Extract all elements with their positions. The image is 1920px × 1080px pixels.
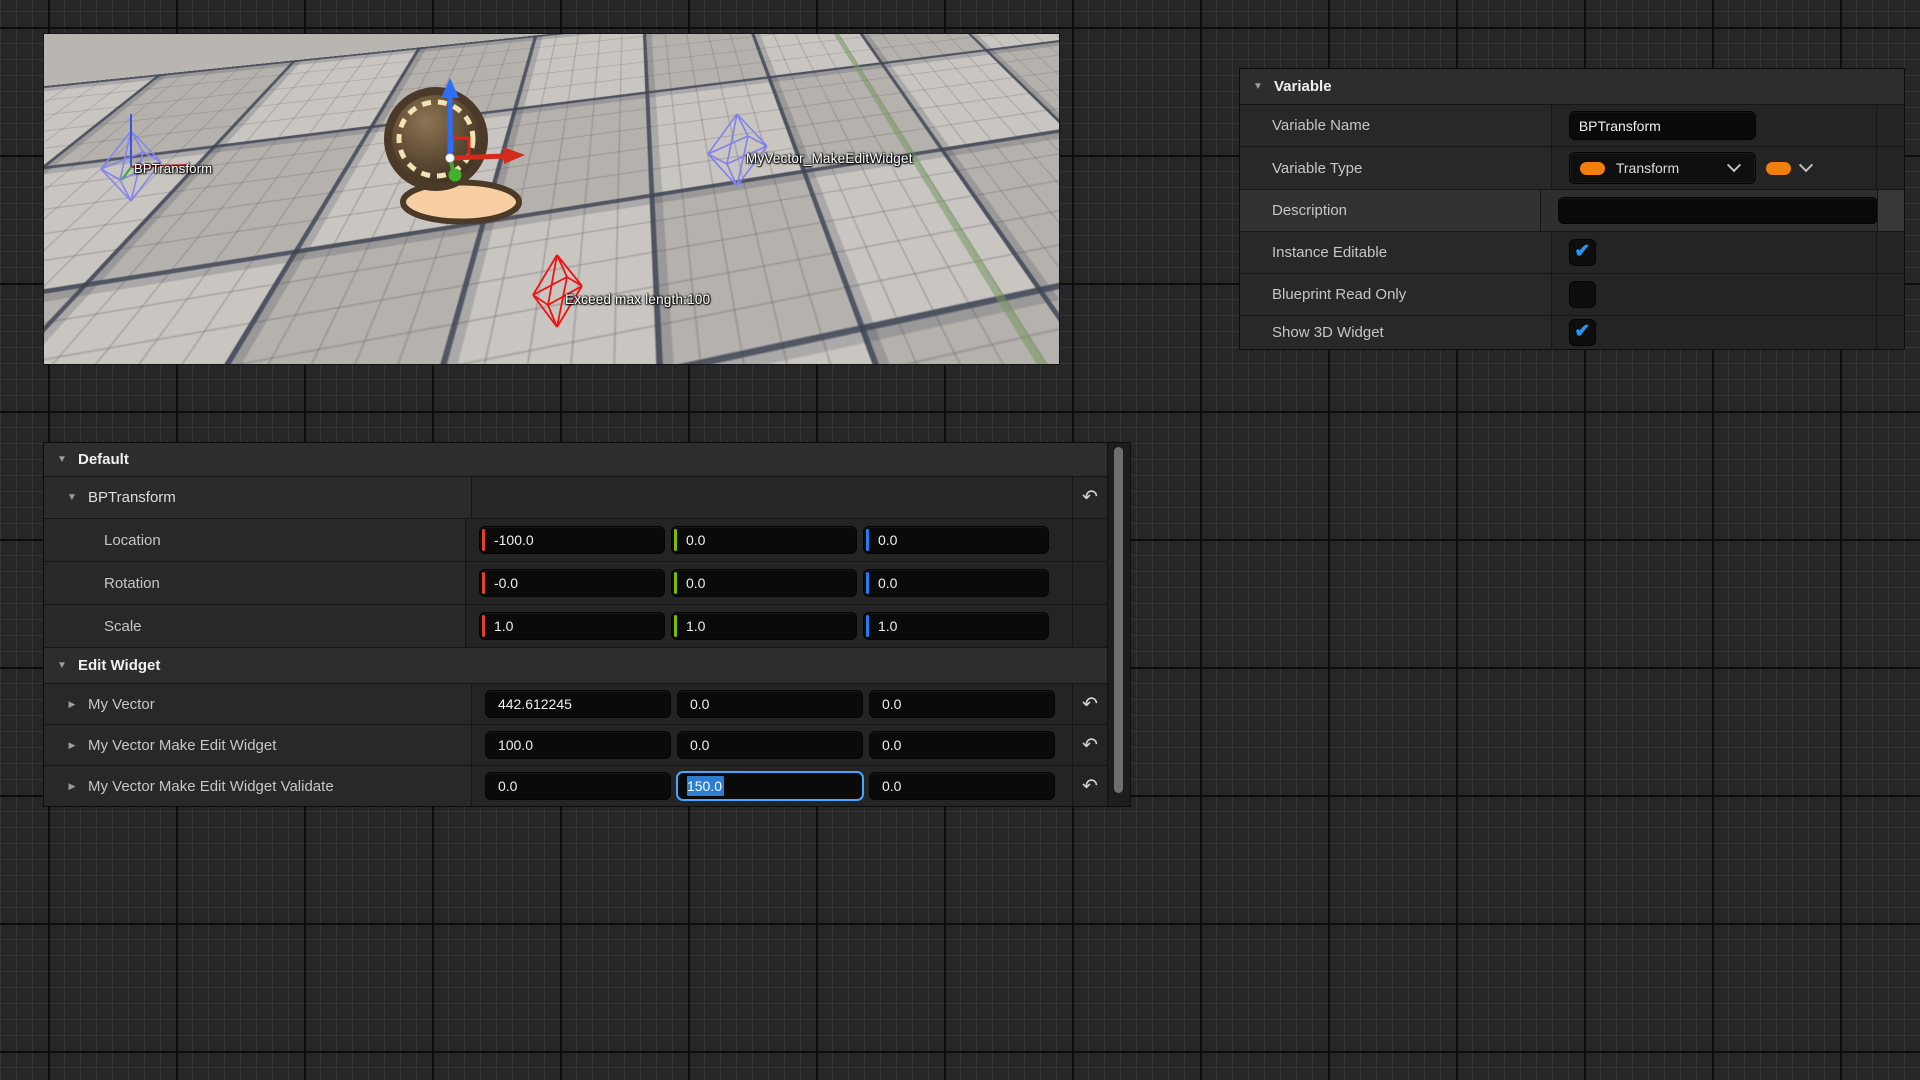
- transform-type-pin-icon: [1580, 162, 1605, 175]
- viewport-label-bptransform: BPTransform: [134, 161, 212, 176]
- check-icon: ✔: [1574, 322, 1590, 341]
- default-section-title: Default: [78, 451, 129, 468]
- variable-type-label: Variable Type: [1272, 160, 1362, 177]
- location-z-field[interactable]: 0.0: [864, 527, 1048, 553]
- mv-validate-y-field-focused[interactable]: 150.0: [678, 773, 862, 799]
- row-collapsed-icon[interactable]: ▶: [66, 740, 78, 751]
- rotation-row: Rotation -0.0 0.0 0.0: [44, 562, 1107, 605]
- rotation-y-field[interactable]: 0.0: [672, 570, 856, 596]
- row-collapsed-icon[interactable]: ▶: [66, 699, 78, 710]
- my-vector-y-field[interactable]: 0.0: [678, 691, 862, 717]
- viewport-label-myvector-makeeditwidget: MyVector_MakeEditWidget: [746, 151, 913, 166]
- bptransform-category-label: BPTransform: [88, 489, 176, 506]
- edit-widget-section-title: Edit Widget: [78, 657, 160, 674]
- row-expanded-icon[interactable]: ▼: [66, 492, 78, 503]
- variable-name-input[interactable]: BPTransform: [1570, 112, 1755, 139]
- my-vector-x-field[interactable]: 442.612245: [486, 691, 670, 717]
- variable-name-label: Variable Name: [1272, 117, 1370, 134]
- variable-details-panel: ▼ Variable Variable Name BPTransform Var…: [1240, 69, 1904, 349]
- check-icon: ✔: [1574, 242, 1590, 261]
- blueprint-read-only-row: Blueprint Read Only: [1240, 274, 1904, 316]
- my-vector-z-field[interactable]: 0.0: [870, 691, 1054, 717]
- my-vector-make-edit-widget-label: My Vector Make Edit Widget: [88, 737, 276, 754]
- section-expanded-icon[interactable]: ▼: [1252, 81, 1264, 92]
- location-label: Location: [44, 532, 161, 549]
- variable-type-value: Transform: [1616, 160, 1729, 176]
- rotation-z-field[interactable]: 0.0: [864, 570, 1048, 596]
- show-3d-widget-checkbox[interactable]: ✔: [1570, 320, 1595, 345]
- details-scrollbar-track[interactable]: [1107, 443, 1130, 806]
- revert-to-default-button[interactable]: ↶: [1082, 695, 1098, 714]
- scale-x-field[interactable]: 1.0: [480, 613, 664, 639]
- my-vector-row: ▶ My Vector 442.612245 0.0 0.0 ↶: [44, 684, 1107, 725]
- variable-section-header[interactable]: ▼ Variable: [1240, 69, 1904, 105]
- mv-validate-x-field[interactable]: 0.0: [486, 773, 670, 799]
- scale-row: Scale 1.0 1.0 1.0: [44, 605, 1107, 648]
- rotation-x-field[interactable]: -0.0: [480, 570, 664, 596]
- viewport-label-exceed-max-length: Exceed max length:100: [565, 292, 710, 307]
- bptransform-category-row[interactable]: ▼ BPTransform ↶: [44, 477, 1107, 519]
- myvector-widget-diamond: [708, 114, 767, 186]
- defaults-details-panel: ▼ Default ▼ BPTransform ↶ Location -100.…: [44, 443, 1130, 806]
- container-type-pin-icon: [1766, 162, 1791, 175]
- section-expanded-icon[interactable]: ▼: [56, 454, 68, 465]
- container-type-dropdown[interactable]: [1766, 162, 1811, 175]
- blueprint-read-only-checkbox[interactable]: [1570, 282, 1595, 307]
- rotation-label: Rotation: [44, 575, 160, 592]
- show-3d-widget-row: Show 3D Widget ✔: [1240, 316, 1904, 349]
- scale-z-field[interactable]: 1.0: [864, 613, 1048, 639]
- variable-type-row: Variable Type Transform: [1240, 147, 1904, 190]
- section-expanded-icon[interactable]: ▼: [56, 660, 68, 671]
- variable-name-row: Variable Name BPTransform: [1240, 105, 1904, 147]
- revert-to-default-button[interactable]: ↶: [1082, 488, 1098, 507]
- scale-label: Scale: [44, 618, 142, 635]
- mv-make-edit-widget-y-field[interactable]: 0.0: [678, 732, 862, 758]
- variable-type-dropdown[interactable]: Transform: [1570, 153, 1755, 183]
- mv-make-edit-widget-z-field[interactable]: 0.0: [870, 732, 1054, 758]
- row-collapsed-icon[interactable]: ▶: [66, 781, 78, 792]
- my-vector-make-edit-widget-validate-row: ▶ My Vector Make Edit Widget Validate 0.…: [44, 766, 1107, 806]
- edit-widget-section-header[interactable]: ▼ Edit Widget: [44, 648, 1107, 684]
- description-row: Description: [1240, 190, 1904, 232]
- scale-y-field[interactable]: 1.0: [672, 613, 856, 639]
- revert-to-default-button[interactable]: ↶: [1082, 736, 1098, 755]
- location-y-field[interactable]: 0.0: [672, 527, 856, 553]
- instance-editable-checkbox[interactable]: ✔: [1570, 240, 1595, 265]
- blueprint-read-only-label: Blueprint Read Only: [1272, 286, 1406, 303]
- viewport-3d-preview[interactable]: BPTransform MyVector_MakeEditWidget Exce…: [44, 34, 1059, 364]
- instance-editable-row: Instance Editable ✔: [1240, 232, 1904, 274]
- exceed-max-diamond: [533, 255, 582, 327]
- mv-make-edit-widget-x-field[interactable]: 100.0: [486, 732, 670, 758]
- chevron-down-icon: [1727, 158, 1741, 172]
- location-x-field[interactable]: -100.0: [480, 527, 664, 553]
- show-3d-widget-label: Show 3D Widget: [1272, 324, 1384, 341]
- details-scrollbar-thumb[interactable]: [1114, 447, 1123, 793]
- revert-to-default-button[interactable]: ↶: [1082, 777, 1098, 796]
- instance-editable-label: Instance Editable: [1272, 244, 1387, 261]
- chevron-down-icon: [1799, 158, 1813, 172]
- my-vector-label: My Vector: [88, 696, 155, 713]
- description-input[interactable]: [1559, 198, 1877, 223]
- description-label: Description: [1272, 202, 1347, 219]
- my-vector-make-edit-widget-validate-label: My Vector Make Edit Widget Validate: [88, 778, 334, 795]
- selected-text: 150.0: [687, 776, 724, 796]
- default-section-header[interactable]: ▼ Default: [44, 443, 1107, 477]
- variable-section-title: Variable: [1274, 78, 1332, 95]
- gizmo-x-arrow: [450, 156, 506, 158]
- location-row: Location -100.0 0.0 0.0: [44, 519, 1107, 562]
- my-vector-make-edit-widget-row: ▶ My Vector Make Edit Widget 100.0 0.0 0…: [44, 725, 1107, 766]
- viewport-widgets-overlay: [44, 34, 1059, 364]
- mv-validate-z-field[interactable]: 0.0: [870, 773, 1054, 799]
- blueprint-graph-background[interactable]: BPTransform MyVector_MakeEditWidget Exce…: [0, 0, 1920, 1080]
